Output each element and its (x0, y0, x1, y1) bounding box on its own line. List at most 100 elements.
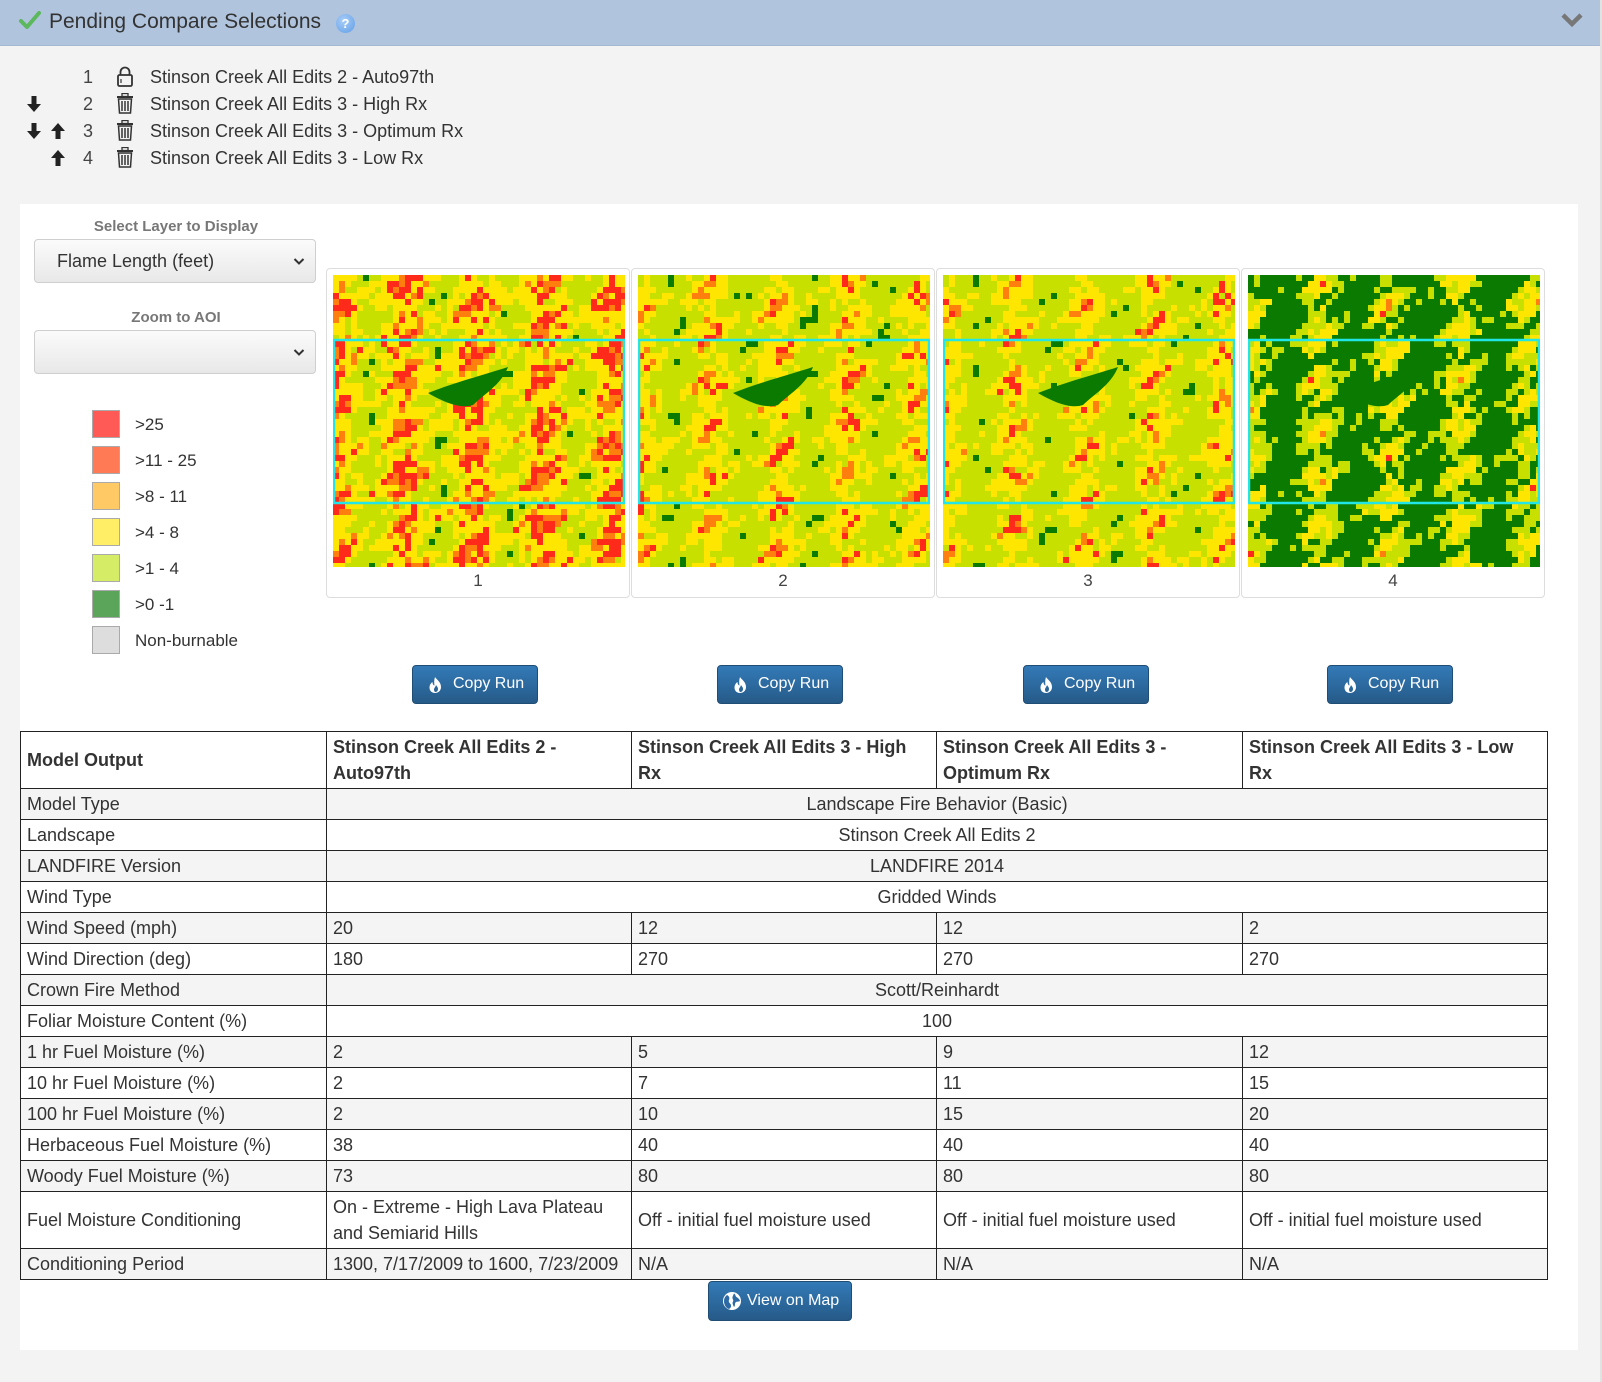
layer-select[interactable]: Flame Length (feet) (34, 239, 316, 283)
legend-label: >11 - 25 (135, 451, 197, 470)
table-row: Landscape Stinson Creek All Edits 2 (20, 819, 1548, 851)
legend-swatch (92, 446, 120, 474)
selection-item: 2 Stinson Creek All Edits 3 - High Rx (0, 91, 520, 118)
legend-item: >8 - 11 (92, 482, 312, 512)
chevron-down-icon[interactable] (1560, 10, 1584, 30)
copy-run-button-4[interactable]: Copy Run (1327, 665, 1453, 704)
trash-icon[interactable] (116, 147, 134, 168)
table-cell: 20 (326, 912, 632, 944)
table-cell: 100 (326, 1005, 1548, 1037)
copy-run-button-3[interactable]: Copy Run (1023, 665, 1149, 704)
table-cell: 38 (326, 1129, 632, 1161)
table-cell: 1300, 7/17/2009 to 1600, 7/23/2009 (326, 1248, 632, 1280)
view-on-map-button[interactable]: View on Map (708, 1281, 852, 1321)
table-cell: 270 (1242, 943, 1548, 975)
column-header: Stinson Creek All Edits 2 - Auto97th (326, 731, 632, 789)
map-label: 4 (1388, 571, 1398, 590)
legend-label: Non-burnable (135, 631, 239, 650)
table-cell: 15 (936, 1098, 1243, 1130)
fire-icon (1344, 677, 1356, 693)
flame-length-map (1248, 275, 1540, 567)
map-raster (1248, 275, 1540, 567)
map-thumbnail-3[interactable]: 3 (936, 268, 1240, 598)
legend-item: >0 -1 (92, 590, 312, 620)
aoi-select[interactable] (34, 330, 316, 374)
aoi-select-label: Zoom to AOI (131, 309, 221, 326)
row-label: 100 hr Fuel Moisture (%) (20, 1098, 327, 1130)
table-cell: Off - initial fuel moisture used (1242, 1191, 1548, 1249)
map-label: 2 (778, 571, 788, 590)
table-cell: 11 (936, 1067, 1243, 1099)
map-thumbnail-4[interactable]: 4 (1241, 268, 1545, 598)
table-row: Crown Fire Method Scott/Reinhardt (20, 974, 1548, 1006)
legend-swatch (92, 554, 120, 582)
check-icon (19, 11, 41, 29)
table-row: Foliar Moisture Content (%) 100 (20, 1005, 1548, 1037)
arrow-up-icon[interactable] (50, 149, 66, 167)
legend-item: >25 (92, 410, 312, 440)
table-row: Wind Speed (mph) 20 12 12 2 (20, 912, 1548, 944)
selection-name: Stinson Creek All Edits 3 - Optimum Rx (150, 121, 464, 141)
row-label: Wind Type (20, 881, 327, 913)
globe-icon (723, 1292, 741, 1310)
selection-item: 3 Stinson Creek All Edits 3 - Optimum Rx (0, 118, 520, 145)
legend-label: >8 - 11 (135, 487, 188, 506)
copy-run-button-2[interactable]: Copy Run (717, 665, 843, 704)
table-cell: 5 (631, 1036, 937, 1068)
table-cell: 12 (1242, 1036, 1548, 1068)
table-cell: 12 (631, 912, 937, 944)
table-cell: Scott/Reinhardt (326, 974, 1548, 1006)
column-header: Stinson Creek All Edits 3 - Optimum Rx (936, 731, 1243, 789)
table-cell: Off - initial fuel moisture used (936, 1191, 1243, 1249)
table-cell: 10 (631, 1098, 937, 1130)
table-cell: 80 (936, 1160, 1243, 1192)
table-row: Model Type Landscape Fire Behavior (Basic… (20, 788, 1548, 820)
table-cell: N/A (1242, 1248, 1548, 1280)
help-icon[interactable]: ? (336, 14, 355, 33)
table-body: Model Type Landscape Fire Behavior (Basic… (20, 788, 1548, 1280)
legend-swatch (92, 518, 120, 546)
flame-length-map (638, 275, 930, 567)
row-label: Wind Direction (deg) (20, 943, 327, 975)
table-header-row: Model Output Stinson Creek All Edits 2 -… (20, 731, 1548, 789)
selection-name: Stinson Creek All Edits 3 - High Rx (150, 94, 428, 114)
copy-run-button-1[interactable]: Copy Run (412, 665, 538, 704)
map-thumbnail-2[interactable]: 2 (631, 268, 935, 598)
table-cell: 40 (936, 1129, 1243, 1161)
table-cell: 80 (1242, 1160, 1548, 1192)
arrow-up-icon[interactable] (50, 122, 66, 140)
header-title: Pending Compare Selections (49, 10, 321, 33)
arrow-down-icon[interactable] (26, 122, 42, 140)
table-row: Herbaceous Fuel Moisture (%) 38 40 40 40 (20, 1129, 1548, 1161)
trash-icon[interactable] (116, 120, 134, 141)
table-cell: Gridded Winds (326, 881, 1548, 913)
column-header: Stinson Creek All Edits 3 - High Rx (631, 731, 937, 789)
map-thumbnail-1[interactable]: 1 (326, 268, 630, 598)
selection-index: 4 (83, 148, 94, 168)
trash-icon[interactable] (116, 93, 134, 114)
table-cell: 20 (1242, 1098, 1548, 1130)
table-cell: 9 (936, 1036, 1243, 1068)
legend-item: >11 - 25 (92, 446, 312, 476)
arrow-down-icon[interactable] (26, 95, 42, 113)
legend-label: >0 -1 (135, 595, 175, 614)
layer-select-value: Flame Length (feet) (57, 251, 215, 271)
map-raster (638, 275, 930, 567)
table-row: Wind Direction (deg) 180 270 270 270 (20, 943, 1548, 975)
table-cell: Landscape Fire Behavior (Basic) (326, 788, 1548, 820)
pending-compare-header[interactable]: Pending Compare Selections ? (0, 0, 1600, 46)
table-cell: 180 (326, 943, 632, 975)
selection-index: 2 (83, 94, 94, 114)
flame-length-map (333, 275, 625, 567)
row-label: Woody Fuel Moisture (%) (20, 1160, 327, 1192)
row-label: Model Type (20, 788, 327, 820)
table-cell: 2 (326, 1036, 632, 1068)
legend-item: >1 - 4 (92, 554, 312, 584)
table-row: Conditioning Period 1300, 7/17/2009 to 16… (20, 1248, 1548, 1280)
table-row: LANDFIRE Version LANDFIRE 2014 (20, 850, 1548, 882)
legend-swatch (92, 482, 120, 510)
row-label: Crown Fire Method (20, 974, 327, 1006)
layer-select-label: Select Layer to Display (93, 218, 259, 235)
table-cell: N/A (631, 1248, 937, 1280)
legend-swatch (92, 410, 120, 438)
